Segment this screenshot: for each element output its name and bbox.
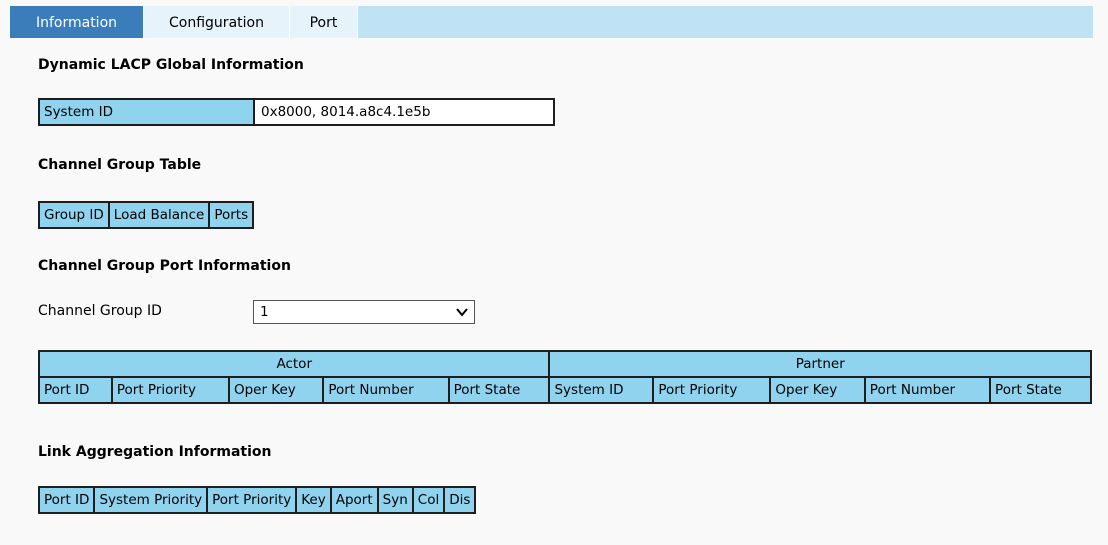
header-actor-port-id: Port ID xyxy=(38,376,113,404)
port-info-table: Actor Partner Port ID Port Priority Oper… xyxy=(37,350,1092,404)
header-actor-oper-key: Oper Key xyxy=(227,376,325,404)
header-actor-port-number: Port Number xyxy=(322,376,450,404)
table-header-row: Port ID System Priority Port Priority Ke… xyxy=(37,486,477,514)
header-partner-port-number: Port Number xyxy=(863,376,992,404)
header-partner-port-priority: Port Priority xyxy=(652,376,772,404)
tab-port[interactable]: Port xyxy=(290,6,358,38)
system-id-label: System ID xyxy=(38,98,255,126)
channel-group-port-info-title: Channel Group Port Information xyxy=(38,258,291,274)
table-header-row: Group ID Load Balance Ports xyxy=(38,201,255,229)
header-port-id: Port ID xyxy=(37,486,96,514)
header-partner-port-state: Port State xyxy=(989,376,1092,404)
channel-group-table-title: Channel Group Table xyxy=(38,157,202,173)
header-key: Key xyxy=(295,486,332,514)
table-header-row: Port ID Port Priority Oper Key Port Numb… xyxy=(38,376,1092,404)
link-aggregation-title: Link Aggregation Information xyxy=(38,444,272,460)
channel-group-id-value: 1 xyxy=(260,304,269,320)
header-col: Col xyxy=(411,486,446,514)
chevron-down-icon xyxy=(456,308,468,317)
header-actor-port-priority: Port Priority xyxy=(110,376,230,404)
header-partner-oper-key: Oper Key xyxy=(769,376,866,404)
channel-group-id-label: Channel Group ID xyxy=(38,303,162,319)
header-ports: Ports xyxy=(208,201,255,229)
header-actor: Actor xyxy=(37,350,551,378)
system-id-value: 0x8000, 8014.a8c4.1e5b xyxy=(253,98,555,126)
header-group-id: Group ID xyxy=(38,201,110,229)
header-dis: Dis xyxy=(443,486,477,514)
tab-bar: Information Configuration Port xyxy=(10,6,1093,38)
header-partner-system-id: System ID xyxy=(548,376,655,404)
link-aggregation-table: Port ID System Priority Port Priority Ke… xyxy=(37,486,477,514)
header-port-priority: Port Priority xyxy=(206,486,298,514)
header-partner: Partner xyxy=(548,350,1092,378)
header-syn: Syn xyxy=(376,486,414,514)
header-actor-port-state: Port State xyxy=(447,376,551,404)
tab-information[interactable]: Information xyxy=(10,6,144,38)
header-load-balance: Load Balance xyxy=(107,201,211,229)
tab-configuration[interactable]: Configuration xyxy=(144,6,290,38)
table-group-header-row: Actor Partner xyxy=(37,350,1092,378)
global-info-title: Dynamic LACP Global Information xyxy=(38,57,304,73)
header-aport: Aport xyxy=(329,486,379,514)
global-info-table: System ID 0x8000, 8014.a8c4.1e5b xyxy=(38,98,555,126)
channel-group-table: Group ID Load Balance Ports xyxy=(38,201,255,229)
header-system-priority: System Priority xyxy=(93,486,209,514)
channel-group-id-select[interactable]: 1 xyxy=(253,300,475,324)
